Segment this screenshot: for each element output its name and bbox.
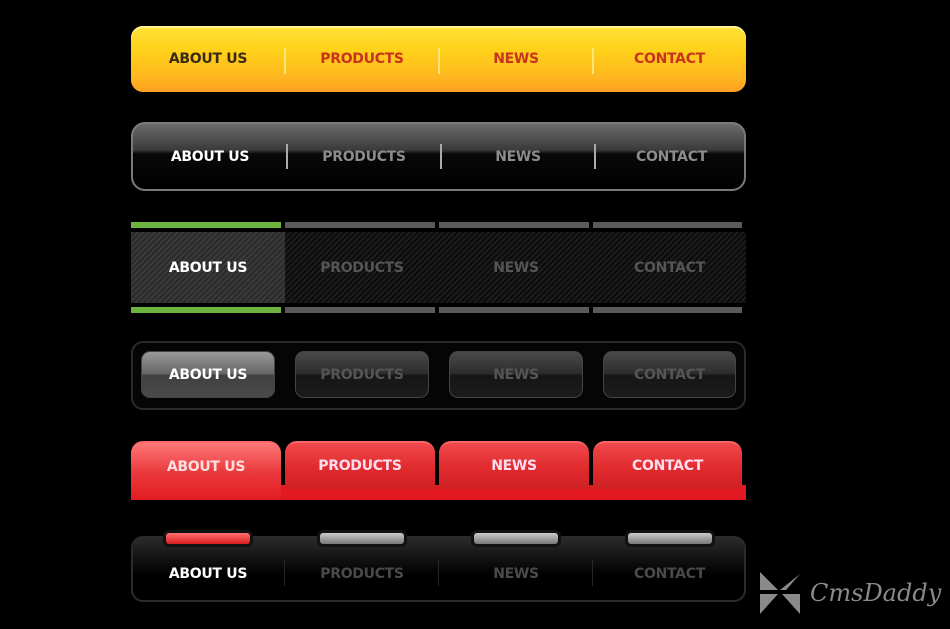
nav-item-products[interactable]: PRODUCTS bbox=[285, 554, 439, 594]
indicator-pill bbox=[471, 530, 561, 547]
indicator-pill bbox=[163, 530, 253, 547]
divider bbox=[438, 48, 440, 74]
divider bbox=[440, 144, 442, 169]
yellow-nav-menu: ABOUT US PRODUCTS NEWS CONTACT bbox=[131, 26, 746, 118]
indicator-bar-top bbox=[439, 222, 589, 228]
glossy-black-nav-menu: ABOUT US PRODUCTS NEWS CONTACT bbox=[131, 122, 746, 191]
nav-item-products[interactable]: PRODUCTS bbox=[295, 351, 429, 398]
divider bbox=[286, 144, 288, 169]
nav-item-products[interactable]: PRODUCTS bbox=[285, 441, 435, 489]
nav-item-contact[interactable]: CONTACT bbox=[603, 351, 736, 398]
divider bbox=[592, 560, 593, 586]
divider bbox=[438, 560, 439, 586]
nav-item-news[interactable]: NEWS bbox=[439, 554, 593, 594]
active-pointer-icon bbox=[331, 106, 345, 118]
nav-item-contact[interactable]: CONTACT bbox=[593, 26, 746, 92]
nav-item-about-us[interactable]: ABOUT US bbox=[131, 232, 285, 303]
nav-item-news[interactable]: NEWS bbox=[449, 351, 583, 398]
indicator-bar-bottom bbox=[285, 307, 435, 313]
carbon-nav-menu: ABOUT US PRODUCTS NEWS CONTACT bbox=[131, 222, 746, 313]
nav-item-contact[interactable]: CONTACT bbox=[593, 441, 742, 489]
divider bbox=[594, 144, 596, 169]
indicator-pill bbox=[624, 530, 715, 547]
indicator-bar-top bbox=[593, 222, 742, 228]
indicator-bar-top bbox=[131, 222, 281, 228]
watermark-text: CmsDaddy bbox=[810, 579, 942, 607]
indicator-bar-top bbox=[285, 222, 435, 228]
indicator-bar-bottom bbox=[593, 307, 742, 313]
indicator-pill bbox=[317, 530, 407, 547]
nav-item-about-us[interactable]: ABOUT US bbox=[131, 26, 285, 92]
watermark-logo: CmsDaddy bbox=[758, 568, 948, 618]
divider bbox=[592, 48, 594, 74]
nav-item-news[interactable]: NEWS bbox=[439, 26, 593, 92]
divider bbox=[284, 48, 286, 74]
nav-item-contact[interactable]: CONTACT bbox=[593, 232, 746, 303]
pinwheel-logo-icon bbox=[760, 572, 800, 614]
nav-item-about-us[interactable]: ABOUT US bbox=[133, 124, 287, 189]
nav-item-about-us[interactable]: ABOUT US bbox=[131, 554, 285, 594]
red-tab-nav-menu: ABOUT US PRODUCTS NEWS CONTACT bbox=[131, 441, 746, 500]
nav-item-news[interactable]: NEWS bbox=[439, 232, 593, 303]
nav-item-products[interactable]: PRODUCTS bbox=[285, 26, 439, 92]
nav-item-contact[interactable]: CONTACT bbox=[593, 554, 746, 594]
nav-item-contact[interactable]: CONTACT bbox=[595, 124, 748, 189]
pill-nav-menu: ABOUT US PRODUCTS NEWS CONTACT bbox=[131, 528, 746, 604]
indicator-bar-bottom bbox=[131, 307, 281, 313]
nav-item-about-us[interactable]: ABOUT US bbox=[131, 441, 281, 500]
nav-item-products[interactable]: PRODUCTS bbox=[285, 232, 439, 303]
nav-item-news[interactable]: NEWS bbox=[439, 441, 589, 489]
nav-item-products[interactable]: PRODUCTS bbox=[287, 124, 441, 189]
nav-item-about-us[interactable]: ABOUT US bbox=[141, 351, 275, 398]
indicator-bar-bottom bbox=[439, 307, 589, 313]
divider bbox=[284, 560, 285, 586]
button-nav-menu: ABOUT US PRODUCTS NEWS CONTACT bbox=[131, 341, 746, 410]
nav-item-news[interactable]: NEWS bbox=[441, 124, 595, 189]
